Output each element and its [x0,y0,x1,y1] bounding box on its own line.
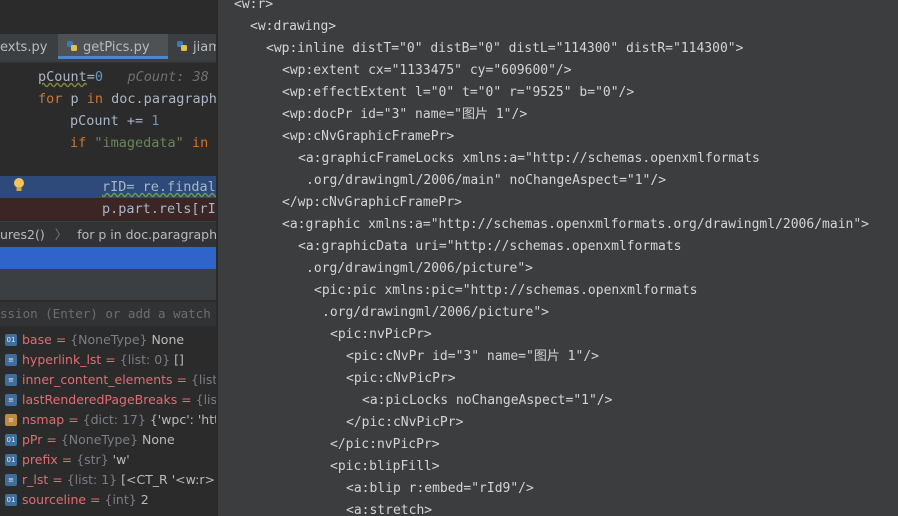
xml-line: </pic:nvPicPr> [330,437,440,452]
editor-tab-bar: exts.py getPics.py jiam [0,34,218,63]
xml-line: <pic:nvPicPr> [330,327,432,342]
xml-line: </pic:cNvPicPr> [346,415,464,430]
xml-line: <a:blip r:embed="rId9"/> [346,481,534,496]
xml-line: <pic:blipFill> [330,459,440,474]
code-line: pCount=0 pCount: 38 [38,69,209,85]
breadcrumb-item-function[interactable]: ures2() [0,227,45,242]
xml-line: <pic:cNvPr id="3" name="图片 1"/> [346,349,599,364]
code-line: pCount += 1 [70,113,160,129]
ide-pane: exts.py getPics.py jiam pCount=0 pCount:… [0,0,218,516]
list-icon: ≡ [5,354,17,366]
xml-line: .org/drawingml/2006/picture"> [306,261,533,276]
breadcrumb-separator: 〉 [54,227,68,242]
tab-label: exts.py [0,40,48,55]
tab-label: getPics.py [83,40,150,55]
breadcrumb-item-loop[interactable]: for p in doc.paragraphs [77,227,218,242]
tab-getpics-py[interactable]: getPics.py [58,34,168,59]
xml-line: <pic:pic xmlns:pic="http://schemas.openx… [314,283,698,298]
xml-line: </wp:cNvGraphicFramePr> [282,195,463,210]
xml-line: <wp:effectExtent l="0" t="0" r="9525" b=… [282,85,635,100]
xml-output-panel: <w:r> <w:drawing> <wp:inline distT="0" d… [218,0,898,516]
inline-debug-value: pCount: 38 [127,69,209,85]
xml-line: <w:r> [234,0,274,12]
code-line: if "imagedata" in p [70,135,218,151]
python-file-icon [67,41,77,51]
debugger-toolbar-area [0,269,218,300]
dict-icon: ≡ [5,414,17,426]
xml-line: <a:graphicData uri="http://schemas.openx… [298,239,682,254]
xml-line: <wp:extent cx="1133475" cy="609600"/> [282,63,572,78]
field-icon: 01 [5,454,17,466]
xml-line: <wp:cNvGraphicFramePr> [282,129,455,144]
tab-texts-py[interactable]: exts.py [0,34,56,62]
xml-line: .org/drawingml/2006/picture"> [322,305,549,320]
lightbulb-icon[interactable] [12,177,26,193]
list-icon: ≡ [5,394,17,406]
selected-frame-strip[interactable] [0,247,218,269]
breadcrumb: ures2() 〉 for p in doc.paragraphs [0,221,218,248]
xml-line: .org/drawingml/2006/main" noChangeAspect… [306,173,667,188]
field-icon: 01 [5,334,17,346]
xml-line: <a:picLocks noChangeAspect="1"/> [362,393,613,408]
tab-jiam[interactable]: jiam [176,34,218,62]
xml-line: <wp:inline distT="0" distB="0" distL="11… [266,41,744,56]
code-line: rID= re.findall [102,179,218,195]
xml-line: <a:stretch> [346,503,433,516]
xml-line: <a:graphicFrameLocks xmlns:a="http://sch… [298,151,760,166]
variables-panel: 01 base = {NoneType} None ≡ hyperlink_ls… [0,328,218,516]
xml-line: <w:drawing> [250,19,337,34]
code-line: p.part.rels[rI [102,201,216,217]
watch-expression-input[interactable]: ssion (Enter) or add a watch (Ct [0,302,218,326]
python-file-icon [177,41,187,51]
code-line: for p in doc.paragraphs [38,91,218,107]
list-icon: ≡ [5,374,17,386]
field-icon: 01 [5,494,17,506]
xml-line: <pic:cNvPicPr> [346,371,456,386]
field-icon: 01 [5,434,17,446]
tab-label: jiam [193,40,218,55]
xml-line: <a:graphic xmlns:a="http://schemas.openx… [282,217,869,232]
code-editor[interactable]: pCount=0 pCount: 38 for p in doc.paragra… [0,63,218,221]
xml-line: <wp:docPr id="3" name="图片 1"/> [282,107,528,122]
list-icon: ≡ [5,474,17,486]
